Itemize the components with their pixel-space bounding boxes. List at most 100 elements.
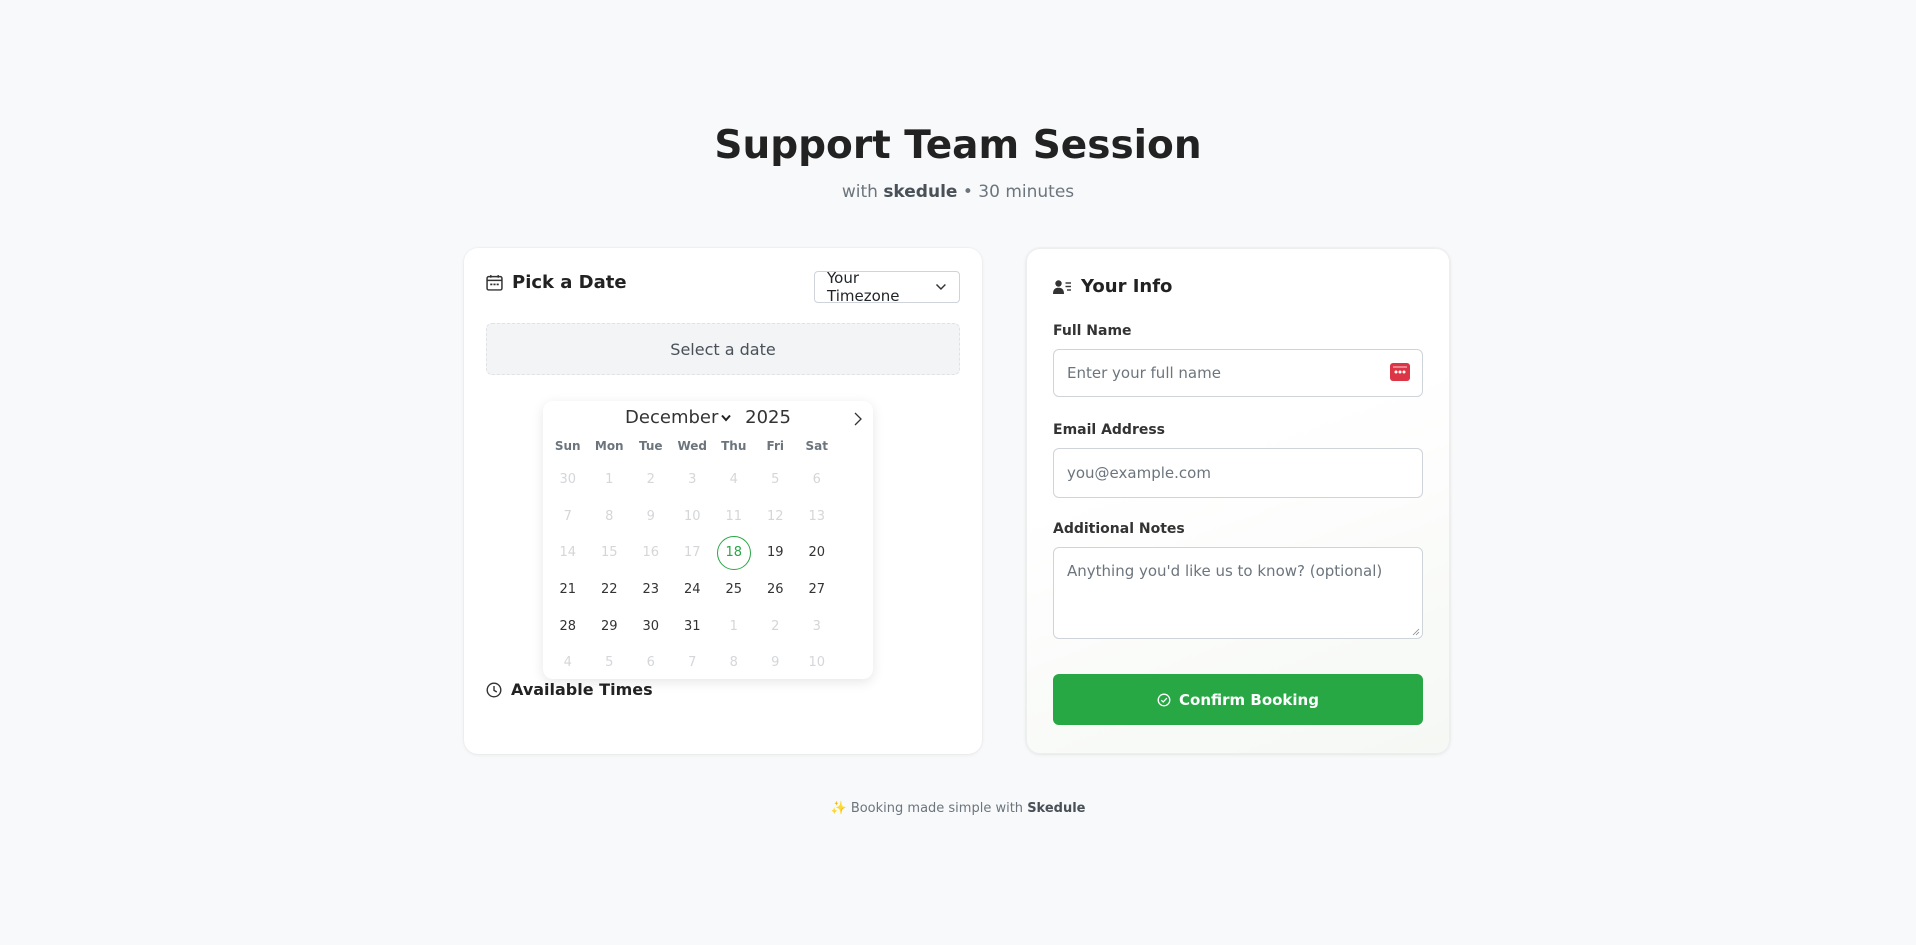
pick-date-heading: Pick a Date	[486, 272, 627, 293]
subtitle-separator: •	[962, 182, 973, 202]
calendar-day: 9	[755, 644, 797, 681]
calendar-day-number: 4	[563, 655, 572, 671]
calendar-day-number: 4	[729, 471, 738, 487]
calendar-day[interactable]: 20	[796, 534, 838, 571]
calendar-day-number: 18	[716, 535, 751, 570]
calendar-day-number: 6	[646, 655, 655, 671]
host-name: skedule	[883, 182, 958, 202]
your-info-label: Your Info	[1081, 276, 1173, 297]
timezone-select[interactable]: Your Timezone	[814, 269, 960, 305]
calendar-day-number: 1	[729, 618, 738, 634]
notes-textarea[interactable]: Anything you'd like us to know? (optiona…	[1053, 547, 1423, 639]
calendar-day: 1	[589, 461, 631, 498]
footer-brand: Skedule	[1027, 801, 1086, 816]
calendar-day[interactable]: 19	[755, 534, 797, 571]
calendar-day-number: 1	[605, 471, 614, 487]
calendar-day-number: 9	[771, 655, 780, 671]
calendar-day[interactable]: 25	[713, 571, 755, 608]
subtitle-prefix: with	[841, 182, 878, 202]
weekday-label: Sat	[805, 439, 828, 453]
calendar-day-number: 20	[808, 545, 826, 561]
calendar-day: 17	[672, 534, 714, 571]
email-input[interactable]: you@example.com	[1053, 448, 1423, 498]
calendar-day-number: 19	[766, 545, 784, 561]
calendar-day-number: 28	[559, 618, 577, 634]
calendar-popup: December 2025 Sun Mon Tue Wed Thu Fri Sat 30 1 2…	[543, 401, 873, 679]
notes-placeholder: Anything you'd like us to know? (optiona…	[1067, 562, 1383, 580]
calendar-day-number: 3	[812, 618, 821, 634]
calendar-day-number: 11	[725, 508, 743, 524]
weekday-label: Thu	[721, 439, 747, 453]
calendar-day[interactable]: 26	[755, 571, 797, 608]
calendar-day: 8	[589, 498, 631, 535]
calendar-day: 4	[713, 461, 755, 498]
year-input[interactable]: 2025	[745, 407, 791, 428]
day-grid: 30 1 2 3 4 5 6 7 8 9 10 11 12 13 14 15 16 17 18 19 20 21 22 23 2…	[547, 461, 838, 681]
next-month-icon[interactable]	[851, 411, 865, 427]
calendar-day[interactable]: 31	[672, 608, 714, 645]
calendar-icon	[486, 275, 503, 291]
calendar-day-number: 8	[729, 655, 738, 671]
calendar-day-number: 24	[683, 581, 701, 597]
weekday-label: Fri	[766, 439, 784, 453]
available-times-heading: Available Times	[486, 680, 653, 699]
calendar-day-number: 7	[688, 655, 697, 671]
weekday-row: Sun Mon Tue Wed Thu Fri Sat	[543, 439, 877, 453]
page-subtitle: with skedule • 30 minutes	[0, 182, 1916, 202]
calendar-day-today[interactable]: 18	[713, 534, 755, 571]
calendar-day-number: 10	[808, 655, 826, 671]
calendar-day-number: 27	[808, 581, 826, 597]
timezone-select-value: Your Timezone	[827, 269, 900, 305]
calendar-day[interactable]: 29	[589, 608, 631, 645]
calendar-day-number: 30	[559, 471, 577, 487]
calendar-day-number: 25	[725, 581, 743, 597]
clock-icon	[486, 681, 502, 698]
calendar-day-number: 2	[771, 618, 780, 634]
footer-text: Booking made simple with	[850, 801, 1024, 816]
calendar-day[interactable]: 23	[630, 571, 672, 608]
calendar-day-number: 7	[563, 508, 572, 524]
selected-date-display[interactable]: Select a date	[486, 323, 960, 375]
calendar-day-number: 3	[688, 471, 697, 487]
your-info-heading: Your Info	[1053, 276, 1172, 297]
page-header: Support Team Session with skedule • 30 m…	[0, 122, 1916, 202]
calendar-day[interactable]: 24	[672, 571, 714, 608]
notes-label: Additional Notes	[1053, 521, 1185, 537]
calendar-day-number: 26	[766, 581, 784, 597]
calendar-day: 7	[547, 498, 589, 535]
calendar-day: 16	[630, 534, 672, 571]
calendar-day: 9	[630, 498, 672, 535]
autofill-icon[interactable]	[1390, 363, 1410, 381]
calendar-day-number: 5	[605, 655, 614, 671]
calendar-day[interactable]: 21	[547, 571, 589, 608]
calendar-day[interactable]: 27	[796, 571, 838, 608]
calendar-day-number: 17	[683, 545, 701, 561]
full-name-input[interactable]: Enter your full name	[1053, 349, 1423, 397]
sparkle-icon: ✨	[830, 801, 847, 816]
calendar-day[interactable]: 22	[589, 571, 631, 608]
calendar-day: 14	[547, 534, 589, 571]
pick-date-label: Pick a Date	[512, 272, 627, 293]
calendar-day-number: 16	[642, 545, 660, 561]
chevron-down-icon	[721, 414, 732, 422]
month-select-value: December	[625, 407, 719, 428]
resize-grip-icon[interactable]	[1412, 628, 1420, 636]
calendar-day: 8	[713, 644, 755, 681]
weekday-label: Wed	[677, 439, 708, 453]
date-picker-card: Pick a Date Your Timezone Select a date …	[464, 248, 982, 754]
calendar-day-number: 8	[605, 508, 614, 524]
calendar-day: 11	[713, 498, 755, 535]
weekday-label: Tue	[638, 439, 663, 453]
email-label: Email Address	[1053, 422, 1166, 438]
confirm-booking-button[interactable]: Confirm Booking	[1053, 674, 1423, 725]
calendar-day[interactable]: 30	[630, 608, 672, 645]
calendar-day: 15	[589, 534, 631, 571]
page-title: Support Team Session	[714, 123, 1202, 168]
calendar-day-number: 21	[559, 581, 577, 597]
full-name-label: Full Name	[1053, 323, 1132, 339]
calendar-day: 10	[796, 644, 838, 681]
chevron-down-icon	[936, 284, 947, 291]
month-select[interactable]: December	[625, 407, 732, 428]
weekday-label: Sun	[554, 439, 581, 453]
calendar-day[interactable]: 28	[547, 608, 589, 645]
